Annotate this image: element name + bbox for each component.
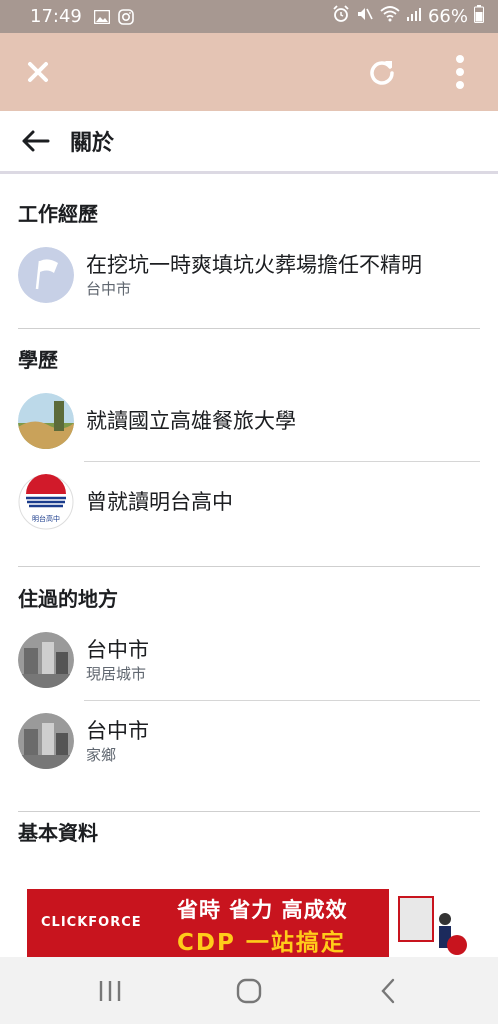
recent-apps-icon bbox=[99, 980, 120, 1001]
status-bar: 17:49 66% bbox=[0, 0, 498, 33]
education-item[interactable]: 明台高中 曾就讀明台高中 bbox=[18, 462, 480, 542]
system-nav-bar bbox=[0, 957, 498, 1024]
current-city-name: 台中市 bbox=[86, 638, 149, 662]
university-avatar bbox=[18, 393, 74, 449]
battery-icon bbox=[474, 5, 484, 28]
refresh-button[interactable] bbox=[352, 33, 412, 111]
page-header: 關於 bbox=[0, 111, 498, 174]
back-button[interactable] bbox=[0, 111, 70, 171]
recent-apps-button[interactable] bbox=[80, 961, 140, 1021]
mute-icon bbox=[356, 5, 374, 28]
work-item[interactable]: 在挖坑一時爽填坑火葬場擔任不精明 台中市 bbox=[18, 235, 480, 315]
browser-app-bar bbox=[0, 33, 498, 111]
work-location: 台中市 bbox=[86, 280, 132, 298]
home-icon bbox=[236, 978, 262, 1003]
education-section: 學歷 就讀國立高雄餐旅大學 明台高中 曾就讀明台高中 bbox=[0, 329, 498, 542]
school-avatar: 明台高中 bbox=[18, 474, 74, 530]
refresh-icon bbox=[370, 61, 394, 85]
instagram-icon bbox=[118, 8, 134, 25]
ad-tagline: CDP 一站搞定 bbox=[177, 930, 346, 956]
more-vertical-icon bbox=[456, 55, 464, 89]
chevron-left-icon bbox=[381, 978, 395, 1003]
basic-info-section: 基本資料 bbox=[0, 812, 498, 854]
wifi-icon bbox=[380, 6, 400, 27]
work-title: 在挖坑一時爽填坑火葬場擔任不精明 bbox=[86, 253, 422, 277]
city-photo-icon bbox=[18, 713, 74, 769]
signal-icon bbox=[406, 6, 422, 27]
more-options-button[interactable] bbox=[430, 33, 490, 111]
close-button[interactable] bbox=[8, 33, 68, 111]
about-content: 工作經歷 在挖坑一時爽填坑火葬場擔任不精明 台中市 學歷 就讀國立高雄餐旅大學 bbox=[0, 177, 498, 887]
school-name: 曾就讀明台高中 bbox=[86, 490, 233, 514]
ad-banner[interactable]: CLICKFORCE 省時 省力 高成效 CDP 一站搞定 bbox=[27, 889, 471, 957]
current-city-avatar bbox=[18, 632, 74, 688]
section-heading-basic: 基本資料 bbox=[18, 821, 98, 845]
current-city-label: 現居城市 bbox=[86, 665, 147, 683]
hometown-label: 家鄉 bbox=[86, 746, 117, 764]
home-button[interactable] bbox=[219, 961, 279, 1021]
svg-text:明台高中: 明台高中 bbox=[32, 514, 60, 523]
alarm-icon bbox=[332, 5, 350, 28]
hometown-name: 台中市 bbox=[86, 719, 149, 743]
work-section: 工作經歷 在挖坑一時爽填坑火葬場擔任不精明 台中市 bbox=[0, 177, 498, 315]
ad-brand: CLICKFORCE bbox=[41, 915, 142, 930]
page-title: 關於 bbox=[70, 131, 115, 156]
status-time: 17:49 bbox=[30, 6, 82, 27]
battery-level: 66% bbox=[427, 6, 468, 27]
places-section: 住過的地方 台中市 現居城市 台中市 家鄉 bbox=[0, 567, 498, 781]
ad-headline: 省時 省力 高成效 bbox=[177, 898, 348, 922]
place-item[interactable]: 台中市 現居城市 bbox=[18, 620, 480, 700]
flag-icon bbox=[18, 247, 74, 303]
school-logo-icon: 明台高中 bbox=[18, 474, 74, 530]
university-photo-icon bbox=[18, 393, 74, 449]
education-item[interactable]: 就讀國立高雄餐旅大學 bbox=[18, 381, 480, 461]
section-heading-places: 住過的地方 bbox=[18, 587, 118, 611]
system-back-button[interactable] bbox=[358, 961, 418, 1021]
gallery-icon bbox=[93, 9, 110, 24]
close-icon bbox=[28, 62, 48, 82]
university-name: 就讀國立高雄餐旅大學 bbox=[86, 409, 296, 433]
city-photo-icon bbox=[18, 632, 74, 688]
hometown-avatar bbox=[18, 713, 74, 769]
section-heading-work: 工作經歷 bbox=[18, 202, 98, 226]
section-heading-education: 學歷 bbox=[18, 348, 58, 372]
place-item[interactable]: 台中市 家鄉 bbox=[18, 701, 480, 781]
arrow-left-icon bbox=[22, 130, 50, 152]
workplace-avatar bbox=[18, 247, 74, 303]
